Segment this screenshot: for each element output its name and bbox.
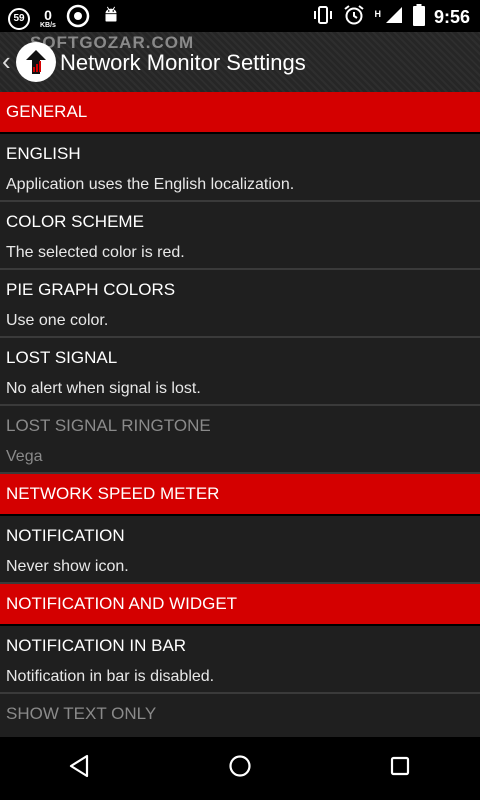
- setting-title: LOST SIGNAL: [6, 348, 118, 367]
- network-speed-icon: 0 KB/s: [40, 8, 56, 29]
- status-left: 59 0 KB/s: [8, 4, 122, 33]
- setting-summary: [6, 724, 480, 736]
- setting-title: LOST SIGNAL RINGTONE: [6, 416, 211, 435]
- setting-title: SHOW TEXT ONLY: [6, 704, 157, 723]
- status-right: H 9:56: [312, 4, 470, 31]
- setting-title: PIE GRAPH COLORS: [6, 280, 176, 299]
- nav-recents-button[interactable]: [387, 753, 413, 784]
- status-badge: 59: [13, 13, 25, 24]
- home-circle-icon: [229, 755, 251, 777]
- setting-title: COLOR SCHEME: [6, 212, 144, 231]
- speed-value: 0: [44, 7, 52, 23]
- setting-summary: Notification in bar is disabled.: [6, 668, 215, 685]
- setting-lost-signal-ringtone: LOST SIGNAL RINGTONE Vega: [0, 406, 480, 474]
- speed-unit: KB/s: [40, 22, 56, 29]
- section-header-network-speed-meter: NETWORK SPEED METER: [0, 474, 480, 516]
- back-chevron-icon[interactable]: ‹: [2, 46, 11, 77]
- signal-icon: [384, 5, 404, 30]
- section-header-notification-and-widget: NOTIFICATION AND WIDGET: [0, 584, 480, 626]
- battery-icon: [412, 4, 425, 31]
- recents-square-icon: [390, 756, 410, 776]
- setting-title: NOTIFICATION: [6, 526, 125, 545]
- setting-summary: Never show icon.: [6, 558, 129, 575]
- setting-notification-in-bar[interactable]: NOTIFICATION IN BAR Notification in bar …: [0, 626, 480, 694]
- circle-59-icon: 59: [8, 7, 30, 30]
- setting-color-scheme[interactable]: COLOR SCHEME The selected color is red.: [0, 202, 480, 270]
- setting-summary: Use one color.: [6, 312, 109, 329]
- section-header-general: GENERAL: [0, 92, 480, 134]
- vibrate-icon: [312, 5, 334, 30]
- settings-list[interactable]: GENERAL ENGLISH Application uses the Eng…: [0, 92, 480, 737]
- setting-summary: The selected color is red.: [6, 244, 185, 261]
- setting-title: ENGLISH: [6, 144, 81, 163]
- alarm-icon: [343, 4, 365, 31]
- setting-notification[interactable]: NOTIFICATION Never show icon.: [0, 516, 480, 584]
- action-bar: ‹ SOFTGOZAR.COM Network Monitor Settings: [0, 32, 480, 92]
- page-title: Network Monitor Settings: [60, 50, 306, 75]
- back-triangle-icon: [69, 754, 89, 778]
- nav-home-button[interactable]: [227, 753, 253, 784]
- status-bar: 59 0 KB/s H 9:56: [0, 0, 480, 32]
- setting-summary: No alert when signal is lost.: [6, 380, 201, 397]
- setting-lost-signal[interactable]: LOST SIGNAL No alert when signal is lost…: [0, 338, 480, 406]
- navigation-bar: [0, 737, 480, 800]
- setting-pie-graph-colors[interactable]: PIE GRAPH COLORS Use one color.: [0, 270, 480, 338]
- app-circle-icon: [66, 4, 90, 33]
- network-type: H: [374, 8, 381, 19]
- android-icon: [100, 5, 122, 32]
- setting-summary: Application uses the English localizatio…: [6, 176, 295, 193]
- setting-english[interactable]: ENGLISH Application uses the English loc…: [0, 134, 480, 202]
- setting-summary: Vega: [6, 448, 43, 465]
- setting-show-text-only: SHOW TEXT ONLY: [0, 694, 480, 737]
- nav-back-button[interactable]: [67, 753, 93, 784]
- status-time: 9:56: [433, 7, 470, 27]
- setting-title: NOTIFICATION IN BAR: [6, 636, 187, 655]
